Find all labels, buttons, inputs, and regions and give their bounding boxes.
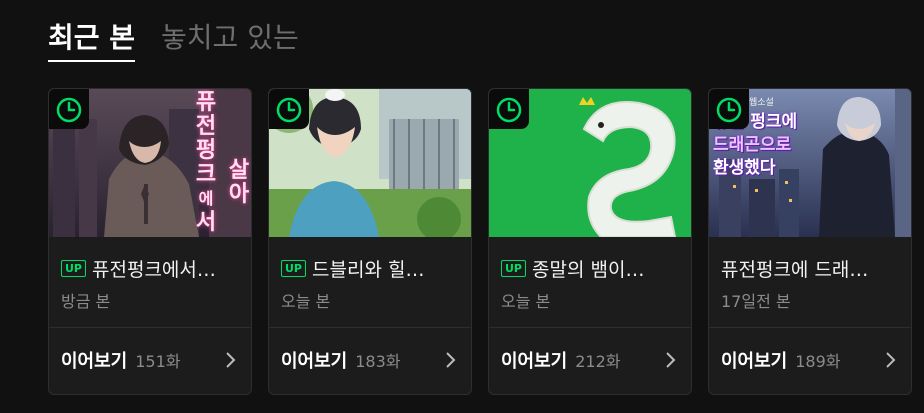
up-badge: UP bbox=[501, 260, 526, 277]
episode-number: 189화 bbox=[795, 352, 841, 371]
chevron-right-icon[interactable] bbox=[663, 351, 677, 369]
cover-image bbox=[269, 89, 471, 237]
chevron-right-icon[interactable] bbox=[223, 351, 237, 369]
up-badge: UP bbox=[281, 260, 306, 277]
recent-card[interactable]: 웹소설 퓨전 펑크에 드래곤으로 환생했다 퓨전펑크에 드래… 17일전 본 이… bbox=[708, 88, 912, 395]
continue-button[interactable]: 이어보기 151화 bbox=[61, 347, 181, 373]
card-title[interactable]: 드블리와 힐… bbox=[312, 255, 424, 282]
tab-bar: 최근 본 놓치고 있는 bbox=[48, 18, 299, 62]
clock-icon bbox=[709, 89, 749, 129]
clock-icon bbox=[49, 89, 89, 129]
cover-title-art-2: 살아 bbox=[228, 158, 250, 207]
episode-number: 183화 bbox=[355, 352, 401, 371]
continue-button[interactable]: 이어보기 189화 bbox=[721, 347, 841, 373]
divider bbox=[269, 327, 471, 328]
episode-number: 212화 bbox=[575, 352, 621, 371]
cover-image: 웹소설 퓨전 펑크에 드래곤으로 환생했다 bbox=[709, 89, 911, 237]
recent-card[interactable]: UP 드블리와 힐… 오늘 본 이어보기 183화 bbox=[268, 88, 472, 395]
continue-button[interactable]: 이어보기 212화 bbox=[501, 347, 621, 373]
episode-number: 151화 bbox=[135, 352, 181, 371]
card-title[interactable]: 퓨전펑크에서… bbox=[92, 255, 216, 282]
card-title[interactable]: 종말의 뱀이… bbox=[532, 255, 644, 282]
viewed-time: 17일전 본 bbox=[721, 292, 791, 311]
viewed-time: 방금 본 bbox=[61, 292, 111, 311]
divider bbox=[709, 327, 911, 328]
cover-tag: 웹소설 bbox=[749, 98, 774, 108]
divider bbox=[489, 327, 691, 328]
continue-label: 이어보기 bbox=[721, 351, 788, 372]
recent-card[interactable]: 퓨전펑크에서 살아 UP 퓨전펑크에서… 방금 본 이어보기 151화 bbox=[48, 88, 252, 395]
cover-image bbox=[489, 89, 691, 237]
cover-title-art: 퓨전펑크에서 bbox=[195, 90, 217, 235]
chevron-right-icon[interactable] bbox=[443, 351, 457, 369]
card-title[interactable]: 퓨전펑크에 드래… bbox=[721, 255, 868, 282]
recent-card[interactable]: UP 종말의 뱀이… 오늘 본 이어보기 212화 bbox=[488, 88, 692, 395]
viewed-time: 오늘 본 bbox=[501, 292, 551, 311]
clock-icon bbox=[489, 89, 529, 129]
divider bbox=[49, 327, 251, 328]
tab-recent[interactable]: 최근 본 bbox=[48, 18, 136, 62]
continue-button[interactable]: 이어보기 183화 bbox=[281, 347, 401, 373]
up-badge: UP bbox=[61, 260, 86, 277]
recent-list: 퓨전펑크에서 살아 UP 퓨전펑크에서… 방금 본 이어보기 151화 UP 드… bbox=[48, 88, 924, 398]
chevron-right-icon[interactable] bbox=[883, 351, 897, 369]
tab-missing[interactable]: 놓치고 있는 bbox=[161, 18, 299, 62]
clock-icon bbox=[269, 89, 309, 129]
continue-label: 이어보기 bbox=[501, 351, 568, 372]
continue-label: 이어보기 bbox=[281, 351, 348, 372]
cover-image: 퓨전펑크에서 살아 bbox=[49, 89, 251, 237]
viewed-time: 오늘 본 bbox=[281, 292, 331, 311]
continue-label: 이어보기 bbox=[61, 351, 128, 372]
